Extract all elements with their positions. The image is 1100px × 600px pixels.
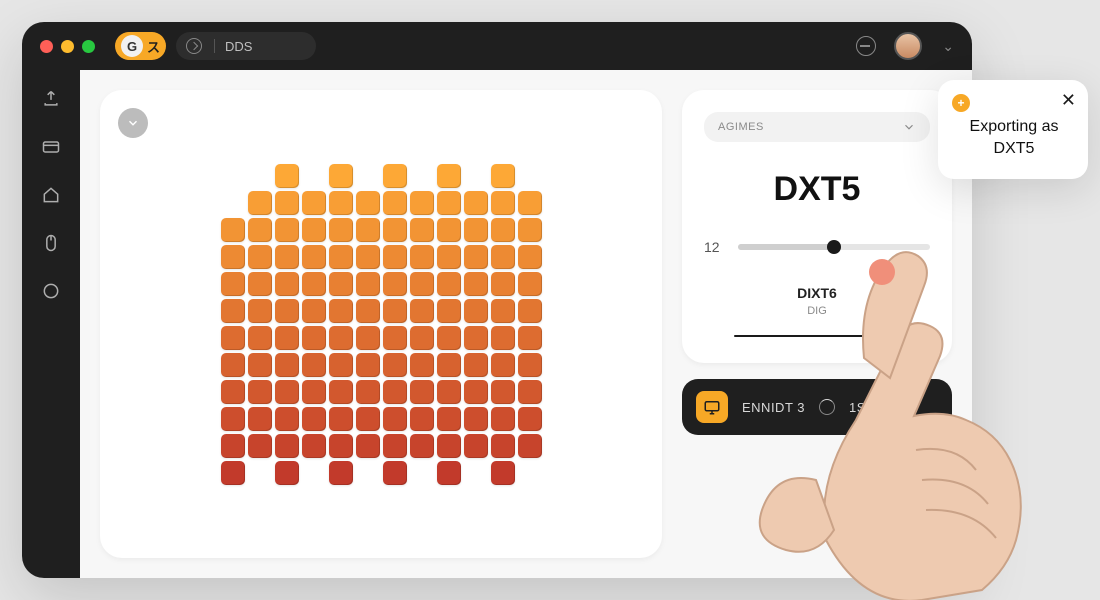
format-badge-letter: G: [121, 35, 143, 57]
circle-icon: [41, 281, 61, 301]
spinner-icon: [819, 399, 835, 415]
close-window-button[interactable]: [40, 40, 53, 53]
monitor-icon: [703, 398, 721, 416]
overflow-menu-button[interactable]: [934, 556, 952, 562]
preset-dropdown-label: AGIMES: [718, 121, 764, 133]
collapse-preview-button[interactable]: [118, 108, 148, 138]
titlebar: G ス DDS ⌄: [22, 22, 972, 70]
user-avatar[interactable]: [894, 32, 922, 60]
address-text: DDS: [225, 39, 252, 54]
status-monitor-badge: [696, 391, 728, 423]
quality-slider-fill: [738, 244, 838, 250]
home-icon: [41, 185, 61, 205]
content-area: AGIMES DXT5 12 DIXT6 DIG: [80, 70, 972, 578]
quality-slider-knob[interactable]: [827, 240, 841, 254]
address-field[interactable]: DDS: [176, 32, 316, 60]
export-icon: [41, 89, 61, 109]
app-window: G ス DDS ⌄: [22, 22, 972, 578]
sync-icon[interactable]: [856, 36, 876, 56]
mouse-icon: [41, 233, 61, 253]
format-badge[interactable]: G ス: [115, 32, 166, 60]
rail-home-button[interactable]: [36, 180, 66, 210]
quality-slider[interactable]: [738, 244, 930, 250]
settings-column: AGIMES DXT5 12 DIXT6 DIG: [682, 90, 952, 558]
window-controls: [40, 40, 95, 53]
texture-preview-card: [100, 90, 662, 558]
quality-slider-row: 12: [704, 239, 930, 255]
reload-icon: [186, 38, 202, 54]
preset-dropdown[interactable]: AGIMES: [704, 112, 930, 142]
secondary-divider: [734, 335, 900, 337]
toast-close-button[interactable]: ✕: [1061, 90, 1076, 111]
toast-message: Exporting as DXT5: [956, 116, 1072, 159]
status-text-a: ENNIDT 3: [742, 400, 805, 415]
maximize-window-button[interactable]: [82, 40, 95, 53]
format-badge-glyph: ス: [147, 37, 160, 56]
minimize-window-button[interactable]: [61, 40, 74, 53]
chevron-down-icon: [126, 116, 140, 130]
separator: [214, 39, 215, 53]
export-settings-panel: AGIMES DXT5 12 DIXT6 DIG: [682, 90, 952, 363]
chevron-down-icon: [902, 120, 916, 134]
left-rail: [22, 70, 80, 578]
titlebar-menu-chevron[interactable]: ⌄: [942, 38, 954, 55]
texture-grid: [221, 164, 542, 485]
secondary-format-sub: DIG: [704, 305, 930, 317]
plus-icon: +: [952, 94, 970, 112]
card-icon: [41, 137, 61, 157]
rail-mouse-button[interactable]: [36, 228, 66, 258]
status-text-b: 1SEESTT: [849, 400, 910, 415]
export-status-bar[interactable]: ENNIDT 3 1SEESTT: [682, 379, 952, 435]
export-toast: + ✕ Exporting as DXT5: [938, 80, 1088, 179]
quality-value: 12: [704, 239, 726, 255]
rail-export-button[interactable]: [36, 84, 66, 114]
rail-circle-button[interactable]: [36, 276, 66, 306]
secondary-format-title: DIXT6: [704, 285, 930, 301]
rail-card-button[interactable]: [36, 132, 66, 162]
compression-format-label: DXT5: [704, 170, 930, 209]
